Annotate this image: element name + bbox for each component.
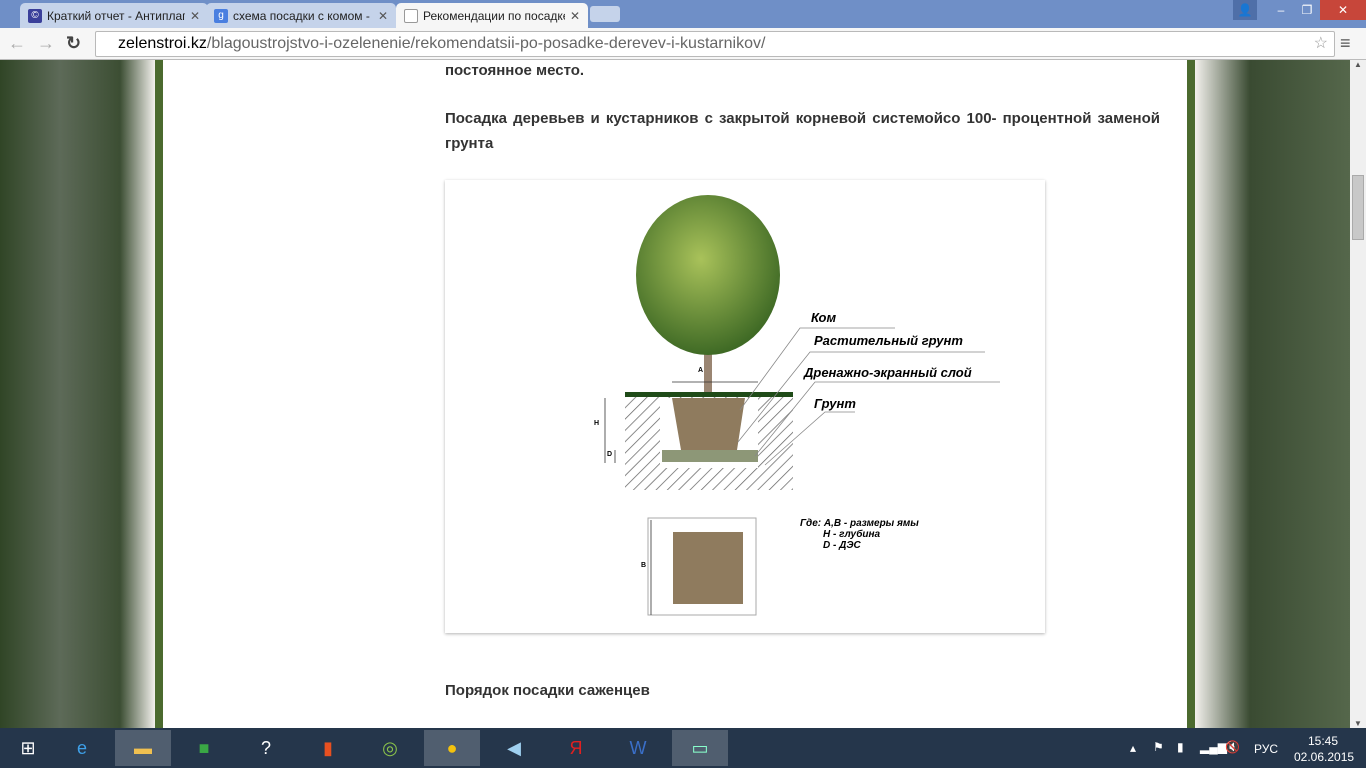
new-tab-button[interactable] xyxy=(590,6,620,22)
forward-button[interactable]: → xyxy=(37,33,55,54)
dim-b: B xyxy=(641,562,647,569)
media-player-icon[interactable]: ◀ xyxy=(486,730,542,766)
action-center-icon[interactable]: ⚑ xyxy=(1153,740,1164,754)
legend-line: Н - глубина xyxy=(823,529,881,540)
user-icon[interactable]: 👤 xyxy=(1233,0,1257,20)
close-tab-icon[interactable]: ✕ xyxy=(190,9,200,23)
label-drainage: Дренажно-экранный слой xyxy=(804,365,972,380)
taskbar: ⊞ e ▬ ■ ? ▮ ◎ ● ◀ Я W ▭ ▴ ⚑ ▮ ▂▄▆ 🔇 РУС … xyxy=(0,728,1366,768)
section-heading: Посадка деревьев и кустарников с закрыто… xyxy=(445,110,1160,152)
label-plant-soil: Растительный грунт xyxy=(814,333,963,348)
word-icon[interactable]: W xyxy=(610,730,666,766)
close-window-button[interactable]: ✕ xyxy=(1320,0,1366,20)
clock-time[interactable]: 15:45 xyxy=(1308,734,1338,748)
tab-label: Краткий отчет - Антиплаг xyxy=(47,8,185,23)
close-tab-icon[interactable]: ✕ xyxy=(570,9,580,23)
language-indicator[interactable]: РУС xyxy=(1254,742,1278,756)
chrome-icon[interactable]: ● xyxy=(424,730,480,766)
start-button[interactable]: ⊞ xyxy=(0,730,56,766)
page-icon xyxy=(404,8,418,23)
tab-label: схема посадки с комом - xyxy=(233,8,370,23)
tab-strip: © Краткий отчет - Антиплаг ✕ g схема пос… xyxy=(0,0,1366,28)
office-icon[interactable]: ▮ xyxy=(300,730,356,766)
tree-illustration xyxy=(636,195,780,395)
minimize-button[interactable]: – xyxy=(1268,0,1294,20)
battery-icon[interactable]: ▮ xyxy=(1177,740,1184,754)
pit-plan-view xyxy=(673,532,743,604)
antiplagiat-icon: © xyxy=(28,8,42,23)
scroll-up-icon[interactable]: ▲ xyxy=(1350,60,1366,69)
scrollbar-thumb[interactable] xyxy=(1352,175,1364,240)
google-icon: g xyxy=(214,8,228,23)
host: zelenstroi.kz xyxy=(118,35,207,52)
paragraph-fragment: постоянное место. xyxy=(445,62,585,79)
dim-h: H xyxy=(594,420,600,427)
legend-line: Где: А,В - размеры ямы xyxy=(800,518,919,529)
photos-icon[interactable]: ▭ xyxy=(672,730,728,766)
tab-google-search[interactable]: g схема посадки с комом - ✕ xyxy=(206,3,396,28)
tab-antiplagiat[interactable]: © Краткий отчет - Антиплаг ✕ xyxy=(20,3,208,28)
drainage-layer xyxy=(662,450,758,462)
browser-toolbar: ← → ↻ zelenstroi.kz/blagoustrojstvo-i-oz… xyxy=(0,28,1366,60)
network-icon[interactable]: ▂▄▆ xyxy=(1200,740,1227,754)
label-ground: Грунт xyxy=(814,396,856,411)
vertical-scrollbar[interactable]: ▲ ▼ xyxy=(1350,60,1366,728)
internet-explorer-icon[interactable]: e xyxy=(54,730,110,766)
dim-d: D xyxy=(607,451,613,458)
bookmark-star-icon[interactable]: ☆ xyxy=(1314,32,1328,56)
close-tab-icon[interactable]: ✕ xyxy=(378,9,388,23)
diagram-legend: Где: А,В - размеры ямы Н - глубина D - Д… xyxy=(800,518,919,551)
yandex-icon[interactable]: Я xyxy=(548,730,604,766)
app-icon[interactable]: ◎ xyxy=(362,730,418,766)
back-button[interactable]: ← xyxy=(8,33,26,54)
dim-a: A xyxy=(698,367,704,374)
planting-diagram: A H D B Ком Растительный грунт Дренажно-… xyxy=(445,180,1045,633)
root-ball xyxy=(672,398,745,450)
tab-recommendations[interactable]: Рекомендации по посадке ✕ xyxy=(396,3,588,28)
volume-muted-icon[interactable]: 🔇 xyxy=(1225,740,1240,754)
show-hidden-icons[interactable]: ▴ xyxy=(1130,741,1136,755)
restore-button[interactable]: ❐ xyxy=(1294,0,1320,20)
reload-button[interactable]: ↻ xyxy=(66,33,81,54)
path: /blagoustrojstvo-i-ozelenenie/rekomendat… xyxy=(206,35,766,52)
address-bar[interactable]: zelenstroi.kz/blagoustrojstvo-i-ozelenen… xyxy=(95,31,1335,57)
legend-line: D - ДЭС xyxy=(823,540,861,551)
clock-date[interactable]: 02.06.2015 xyxy=(1294,750,1354,764)
label-kom: Ком xyxy=(811,310,837,325)
section-heading: Порядок посадки саженцев xyxy=(445,682,650,699)
file-explorer-icon[interactable]: ▬ xyxy=(115,730,171,766)
scroll-down-icon[interactable]: ▼ xyxy=(1350,719,1366,728)
tab-label: Рекомендации по посадке xyxy=(423,8,565,23)
store-icon[interactable]: ■ xyxy=(176,730,232,766)
surface-line xyxy=(625,392,793,397)
help-icon[interactable]: ? xyxy=(238,730,294,766)
menu-icon[interactable]: ≡ xyxy=(1340,33,1351,54)
